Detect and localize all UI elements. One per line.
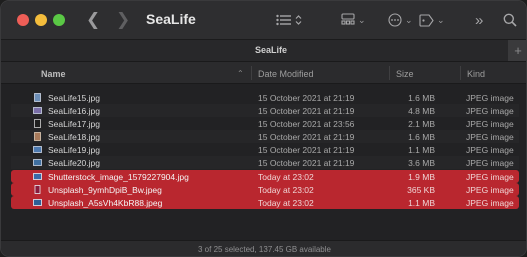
- table-row-selected[interactable]: Shutterstock_image_1579227904.jpg Today …: [11, 170, 519, 183]
- table-row-selected[interactable]: Unsplash_A5sVh4KbR88.jpeg Today at 23:02…: [11, 196, 519, 209]
- maximize-window-button[interactable]: [53, 14, 65, 26]
- file-name: Unsplash_A5sVh4KbR88.jpeg: [48, 198, 163, 208]
- file-date: 15 October 2021 at 21:19: [258, 132, 355, 142]
- file-date: 15 October 2021 at 21:19: [258, 158, 355, 168]
- image-file-icon: [34, 185, 41, 194]
- name-column-header[interactable]: Name: [41, 69, 66, 79]
- action-icon: [388, 13, 402, 27]
- file-size: 1.1 MB: [408, 145, 435, 155]
- file-date: Today at 23:02: [258, 172, 314, 182]
- file-kind: JPEG image: [466, 119, 514, 129]
- table-row[interactable]: SeaLife18.jpg 15 October 2021 at 21:19 1…: [11, 130, 519, 143]
- file-kind: JPEG image: [466, 172, 514, 182]
- file-kind: JPEG image: [466, 106, 514, 116]
- sort-ascending-icon: ⌃: [237, 69, 244, 78]
- image-file-icon: [33, 146, 42, 153]
- file-date: 15 October 2021 at 23:56: [258, 119, 355, 129]
- image-file-icon: [33, 107, 42, 114]
- file-size: 3.6 MB: [408, 158, 435, 168]
- tab-title[interactable]: SeaLife: [255, 45, 287, 55]
- file-kind: JPEG image: [466, 132, 514, 142]
- file-name: SeaLife20.jpg: [48, 158, 100, 168]
- file-date: 15 October 2021 at 21:19: [258, 145, 355, 155]
- toolbar: ❮ ❯ SeaLife ⌄ ⌄ ⌄ »: [1, 1, 526, 39]
- table-row[interactable]: SeaLife19.jpg 15 October 2021 at 21:19 1…: [11, 143, 519, 156]
- file-name: SeaLife15.jpg: [48, 93, 100, 103]
- action-button[interactable]: ⌄: [388, 11, 413, 29]
- image-file-icon: [34, 132, 41, 141]
- image-file-icon: [33, 199, 42, 206]
- list-view-icon: [276, 14, 291, 26]
- column-divider[interactable]: [460, 66, 461, 80]
- file-size: 1.1 MB: [408, 198, 435, 208]
- close-window-button[interactable]: [17, 14, 29, 26]
- file-size: 1.9 MB: [408, 172, 435, 182]
- table-row[interactable]: SeaLife17.jpg 15 October 2021 at 23:56 2…: [11, 117, 519, 130]
- search-icon: [503, 13, 517, 27]
- overflow-icon[interactable]: »: [475, 11, 483, 29]
- column-divider[interactable]: [389, 66, 390, 80]
- table-row[interactable]: SeaLife16.jpg 15 October 2021 at 21:19 4…: [11, 104, 519, 117]
- column-divider[interactable]: [251, 66, 252, 80]
- chevron-down-icon: ⌄: [358, 14, 366, 25]
- forward-icon[interactable]: ❯: [116, 10, 130, 30]
- size-column-header[interactable]: Size: [396, 69, 414, 79]
- column-header: Name ⌃ Date Modified Size Kind: [1, 61, 526, 84]
- file-kind: JPEG image: [466, 198, 514, 208]
- file-kind: JPEG image: [466, 158, 514, 168]
- chevron-down-icon: ⌄: [437, 14, 445, 25]
- table-row-selected[interactable]: Unsplash_9ymhDpiB_Bw.jpeg Today at 23:02…: [11, 183, 519, 196]
- file-name: Shutterstock_image_1579227904.jpg: [48, 172, 189, 182]
- date-column-header[interactable]: Date Modified: [258, 69, 314, 79]
- search-button[interactable]: [503, 11, 517, 29]
- status-bar: 3 of 25 selected, 137.45 GB available: [1, 240, 526, 256]
- table-row[interactable]: SeaLife20.jpg 15 October 2021 at 21:19 3…: [11, 156, 519, 169]
- file-name: SeaLife18.jpg: [48, 132, 100, 142]
- file-name: SeaLife17.jpg: [48, 119, 100, 129]
- group-button[interactable]: ⌄: [341, 11, 366, 29]
- group-icon: [341, 13, 355, 25]
- path-bar: SeaLife +: [1, 39, 526, 62]
- image-file-icon: [33, 159, 42, 166]
- table-row-partial: [11, 84, 519, 91]
- file-kind: JPEG image: [466, 93, 514, 103]
- file-date: Today at 23:02: [258, 185, 314, 195]
- file-name: Unsplash_9ymhDpiB_Bw.jpeg: [48, 185, 162, 195]
- new-tab-button[interactable]: +: [508, 40, 526, 62]
- image-file-icon: [34, 93, 41, 102]
- file-size: 4.8 MB: [408, 106, 435, 116]
- kind-column-header[interactable]: Kind: [467, 69, 485, 79]
- file-list: SeaLife15.jpg 15 October 2021 at 21:19 1…: [1, 84, 526, 240]
- file-date: Today at 23:02: [258, 198, 314, 208]
- file-size: 365 KB: [407, 185, 435, 195]
- file-kind: JPEG image: [466, 145, 514, 155]
- file-date: 15 October 2021 at 21:19: [258, 93, 355, 103]
- file-size: 2.1 MB: [408, 119, 435, 129]
- up-down-chevron-icon: [295, 15, 302, 25]
- file-size: 1.6 MB: [408, 93, 435, 103]
- tag-button[interactable]: ⌄: [419, 11, 445, 29]
- table-row[interactable]: SeaLife15.jpg 15 October 2021 at 21:19 1…: [11, 91, 519, 104]
- tag-icon: [419, 13, 434, 27]
- image-file-icon: [33, 173, 42, 180]
- finder-window: ❮ ❯ SeaLife ⌄ ⌄ ⌄ » SeaLife + Name ⌃ Dat…: [0, 0, 527, 257]
- image-file-icon: [34, 119, 41, 128]
- list-view-button[interactable]: [276, 11, 302, 29]
- file-date: 15 October 2021 at 21:19: [258, 106, 355, 116]
- file-name: SeaLife16.jpg: [48, 106, 100, 116]
- minimize-window-button[interactable]: [35, 14, 47, 26]
- file-kind: JPEG image: [466, 185, 514, 195]
- back-icon[interactable]: ❮: [86, 10, 100, 30]
- chevron-down-icon: ⌄: [405, 14, 413, 25]
- file-name: SeaLife19.jpg: [48, 145, 100, 155]
- file-size: 1.6 MB: [408, 132, 435, 142]
- window-title: SeaLife: [146, 11, 196, 27]
